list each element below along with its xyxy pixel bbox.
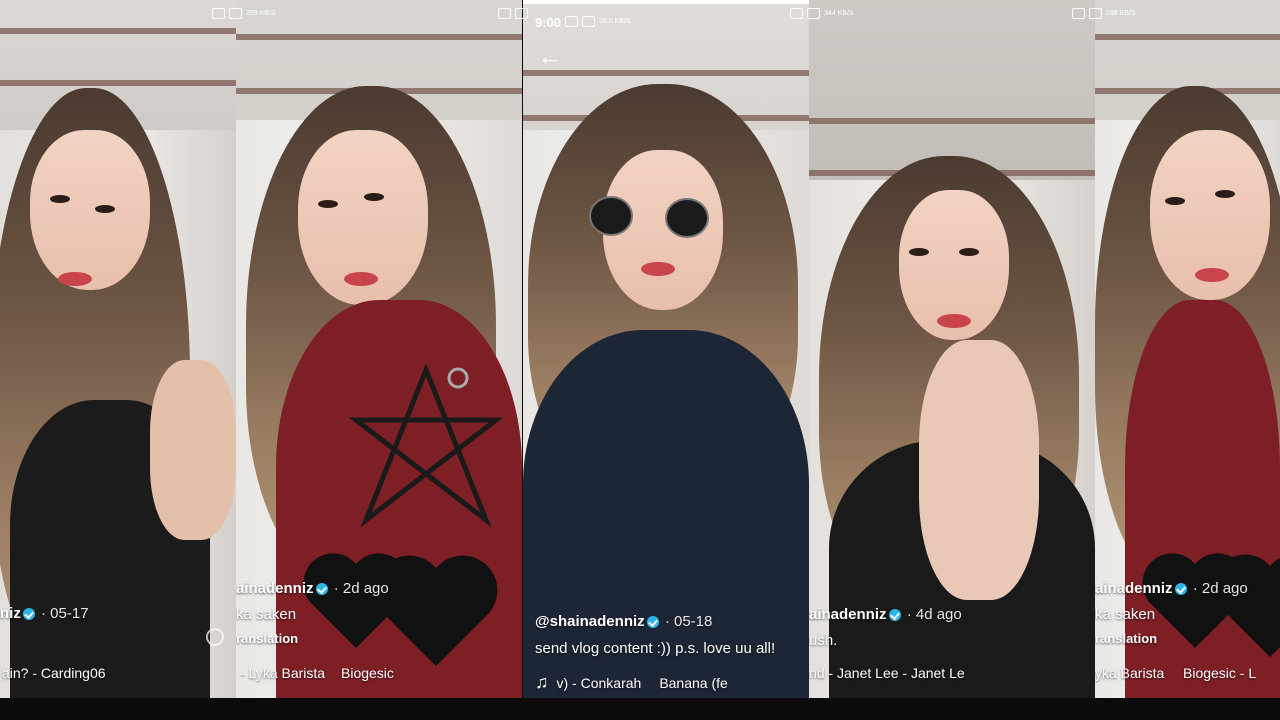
status-bar-2: [498, 8, 528, 19]
post-date: · 05-17: [41, 605, 89, 622]
handle-text[interactable]: ainadenniz: [236, 580, 314, 597]
signal-icon: [212, 8, 225, 19]
music-row[interactable]: ♫ v) - Conkarah Banana (fe: [535, 672, 728, 693]
music-label-2[interactable]: Banana (fe: [659, 675, 728, 691]
post-date: · 2d ago: [333, 580, 389, 597]
music-label[interactable]: v) - Conkarah: [557, 675, 642, 691]
music-note-icon: ♫: [535, 672, 549, 692]
handle-text[interactable]: niz: [0, 605, 21, 622]
video-panel-4[interactable]: ainadenniz · 4d ago ush. nd - Janet Lee …: [809, 0, 1095, 698]
video-frame: [0, 0, 236, 698]
network-speed: 344 KB/S: [824, 10, 854, 17]
author-handle[interactable]: @shainadenniz · 05-18: [535, 613, 712, 630]
verified-icon: [22, 608, 35, 621]
music-disc-icon[interactable]: [206, 628, 224, 646]
verified-icon: [888, 609, 901, 622]
video-caption: ka saken: [1095, 606, 1156, 623]
verified-icon: [1174, 583, 1187, 596]
video-frame: [809, 0, 1095, 698]
video-caption: ka saken: [236, 606, 297, 623]
music-label[interactable]: yka Barista: [1095, 665, 1164, 681]
status-bar-3: 29.0 KB/S: [565, 16, 631, 27]
wifi-icon: [807, 8, 820, 19]
back-arrow-icon[interactable]: ←: [537, 43, 563, 69]
video-caption: send vlog content :)) p.s. love uu all!: [535, 640, 776, 657]
network-speed: 299 KB/S: [246, 10, 276, 17]
signal-icon: [1072, 8, 1085, 19]
wifi-icon: [582, 16, 595, 27]
wifi-icon: [229, 8, 242, 19]
video-panel-2[interactable]: ainadenniz · 2d ago ka saken ranslation …: [236, 0, 522, 698]
black-heart-icon: [374, 555, 498, 666]
author-handle[interactable]: ainadenniz · 2d ago: [1095, 580, 1248, 597]
status-bar-4: 344 KB/S: [790, 8, 854, 19]
wifi-icon: [515, 8, 528, 19]
music-label[interactable]: ain? - Carding06: [2, 665, 106, 681]
see-translation-link[interactable]: ranslation: [1095, 631, 1157, 646]
music-label[interactable]: nd - Janet Lee - Janet Le: [809, 665, 965, 681]
status-time: 9:00: [535, 15, 562, 30]
post-date: · 4d ago: [906, 606, 962, 623]
verified-icon: [315, 583, 328, 596]
handle-text[interactable]: ainadenniz: [809, 606, 887, 623]
see-translation-link[interactable]: ranslation: [236, 631, 298, 646]
status-bar-5: 288 KB/S: [1072, 8, 1136, 19]
video-panel-5[interactable]: ainadenniz · 2d ago ka saken ranslation …: [1095, 0, 1280, 698]
post-date: · 2d ago: [1192, 580, 1248, 597]
music-label-2[interactable]: Biogesic: [341, 665, 394, 681]
video-panel-3[interactable]: @shainadenniz · 05-18 send vlog content …: [523, 0, 809, 698]
video-caption: ush.: [809, 632, 838, 649]
black-heart-icon: [1213, 554, 1280, 657]
author-handle[interactable]: niz · 05-17: [0, 605, 89, 622]
network-speed: 29.0 KB/S: [599, 18, 631, 25]
video-panel-1[interactable]: niz · 05-17 ain? - Carding06: [0, 0, 236, 698]
harness-graphic: [348, 363, 504, 528]
handle-text[interactable]: @shainadenniz: [535, 613, 645, 630]
signal-icon: [565, 16, 578, 27]
network-speed: 288 KB/S: [1106, 10, 1136, 17]
post-date: · 05-18: [664, 613, 713, 630]
signal-icon: [790, 8, 803, 19]
sunglasses-right: [665, 198, 709, 238]
video-frame: [523, 0, 809, 698]
status-bar-1: 299 KB/S: [212, 8, 276, 19]
handle-text[interactable]: ainadenniz: [1095, 580, 1173, 597]
music-label-2[interactable]: Biogesic - L: [1183, 665, 1256, 681]
verified-icon: [646, 616, 659, 629]
music-label[interactable]: - Lyka Barista: [240, 665, 325, 681]
author-handle[interactable]: ainadenniz · 2d ago: [236, 580, 389, 597]
sunglasses-left: [589, 196, 633, 236]
author-handle[interactable]: ainadenniz · 4d ago: [809, 606, 962, 623]
signal-icon: [498, 8, 511, 19]
wifi-icon: [1089, 8, 1102, 19]
bottom-letterbox: [0, 698, 1280, 720]
top-highlight-bar: [523, 0, 809, 4]
